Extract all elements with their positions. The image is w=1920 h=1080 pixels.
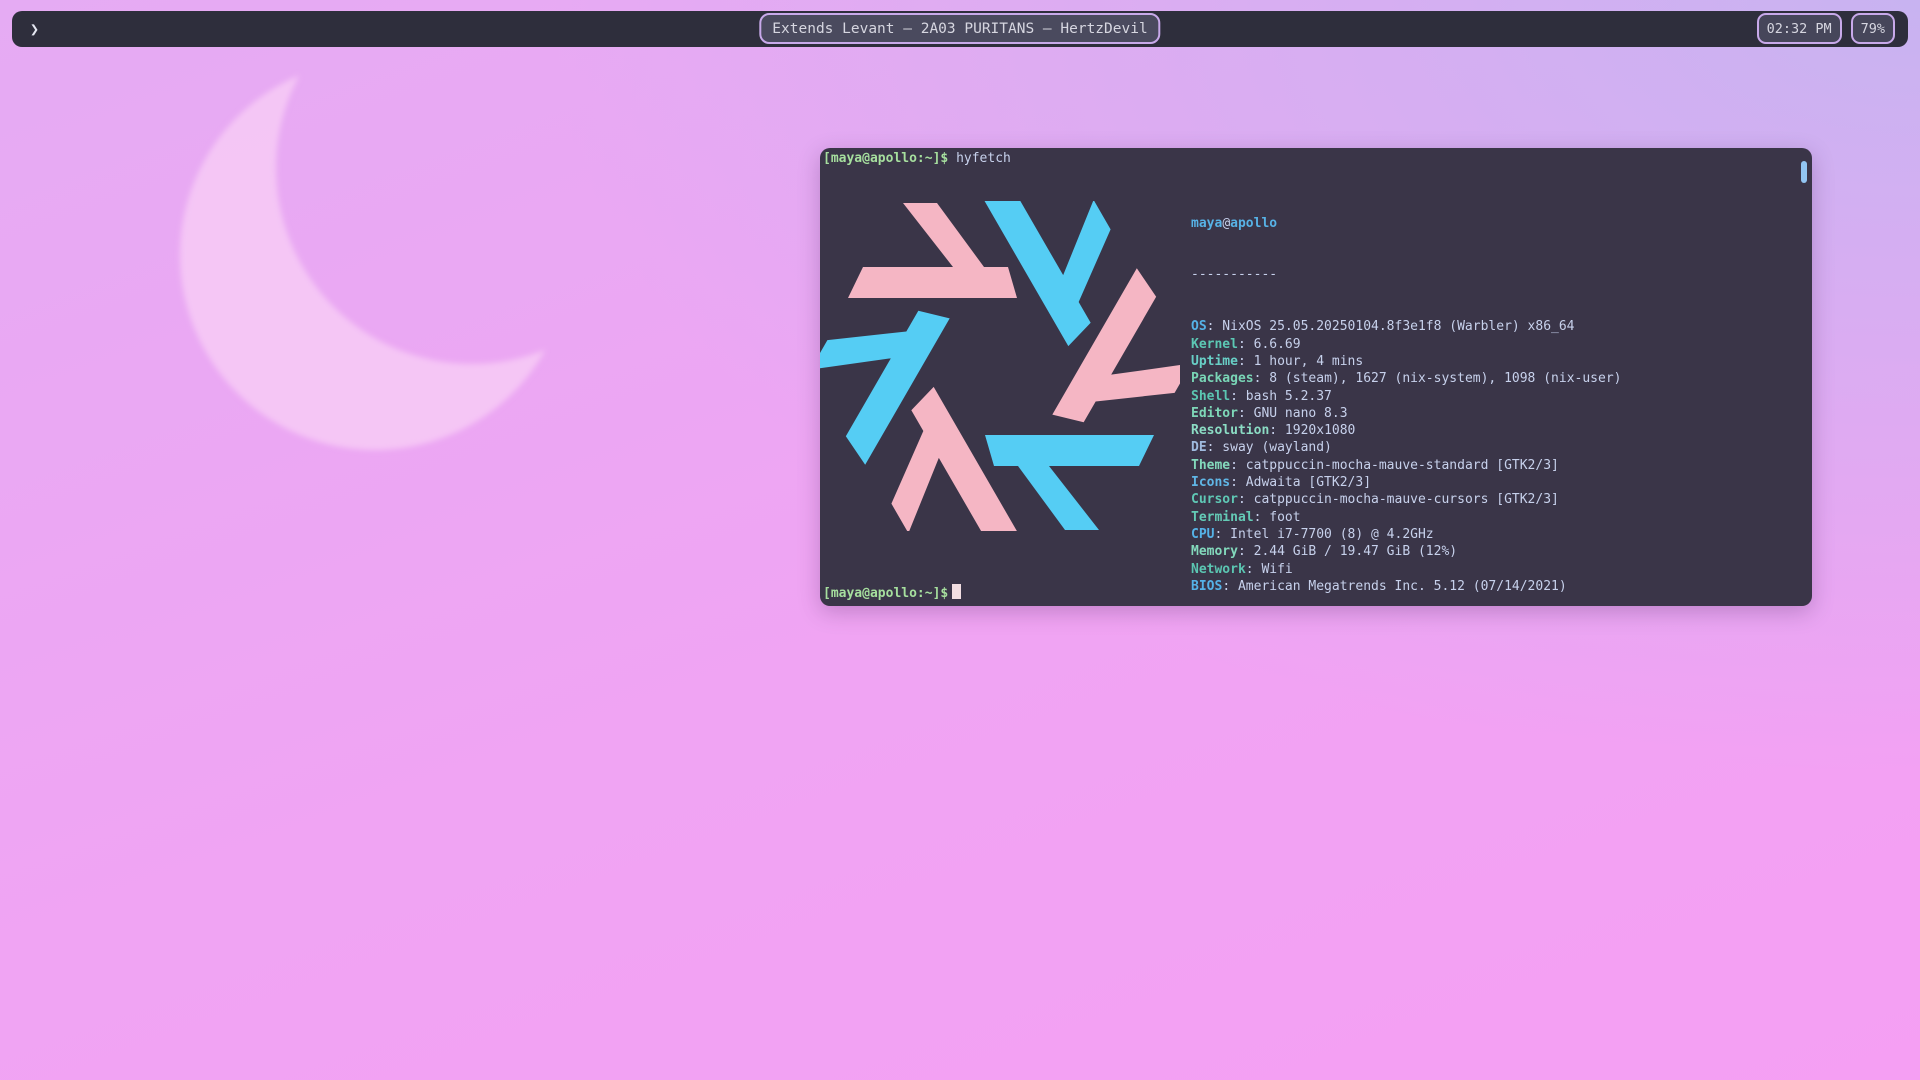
fetch-info-label: Uptime [1191,354,1238,369]
fetch-info-value: : bash 5.2.37 [1230,389,1332,404]
chevron-right-icon[interactable]: ❯ [30,11,39,47]
fetch-info-row: Cursor: catppuccin-mocha-mauve-cursors [… [1191,491,1621,508]
terminal-prompt-line[interactable]: [maya@apollo:~]$ [823,584,961,602]
fetch-info-value: : 6.6.69 [1238,337,1301,352]
fetch-title: maya@apollo [1191,215,1621,232]
status-bar: ❯ Extends Levant – 2A03 PURITANS – Hertz… [12,11,1908,47]
fetch-info-value: : foot [1254,510,1301,525]
terminal-window[interactable]: [maya@apollo:~]$ hyfetch maya@apollo ---… [820,148,1812,606]
fetch-info-label: Packages [1191,371,1254,386]
fetch-info-label: Theme [1191,458,1230,473]
scrollbar-thumb[interactable] [1801,161,1807,183]
fetch-info-row: DE: sway (wayland) [1191,439,1621,456]
fetch-info-column: maya@apollo ----------- OS: NixOS 25.05.… [1191,180,1621,606]
fetch-info-label: CPU [1191,527,1214,542]
fetch-info-label: Shell [1191,389,1230,404]
battery-module[interactable]: 79% [1851,13,1895,44]
fetch-info-row: BIOS: American Megatrends Inc. 5.12 (07/… [1191,578,1621,595]
fetch-info-value: : catppuccin-mocha-mauve-cursors [GTK2/3… [1238,492,1559,507]
nixos-logo [820,201,1180,531]
moon-crescent [150,40,600,470]
fetch-info-row: Editor: GNU nano 8.3 [1191,405,1621,422]
fetch-info-value: : NixOS 25.05.20250104.8f3e1f8 (Warbler)… [1207,319,1575,334]
fetch-info-value: : 2.44 GiB / 19.47 GiB (12%) [1238,544,1457,559]
fetch-info-value: : Wifi [1246,562,1293,577]
fetch-info-label: Terminal [1191,510,1254,525]
fetch-info-row: Terminal: foot [1191,509,1621,526]
fetch-info-label: BIOS [1191,579,1222,594]
fetch-info-value: : Adwaita [GTK2/3] [1230,475,1371,490]
typed-command: hyfetch [956,151,1011,166]
fetch-info-value: : 1920x1080 [1269,423,1355,438]
fetch-info-row: Icons: Adwaita [GTK2/3] [1191,474,1621,491]
fetch-info-label: Network [1191,562,1246,577]
fetch-info-value: : sway (wayland) [1207,440,1332,455]
fetch-info-value: : American Megatrends Inc. 5.12 (07/14/2… [1222,579,1566,594]
nixos-logo-arm [985,435,1154,530]
fetch-info-row: Memory: 2.44 GiB / 19.47 GiB (12%) [1191,543,1621,560]
fetch-info-row: OS: NixOS 25.05.20250104.8f3e1f8 (Warble… [1191,318,1621,335]
shell-prompt: [maya@apollo:~]$ [823,151,948,166]
terminal-command-line: [maya@apollo:~]$ hyfetch [823,150,1011,167]
shell-prompt: [maya@apollo:~]$ [823,586,948,601]
fetch-info-label: Cursor [1191,492,1238,507]
fetch-info-row: Uptime: 1 hour, 4 mins [1191,353,1621,370]
fetch-info-label: Icons [1191,475,1230,490]
nixos-logo-arm [848,203,1017,298]
text-cursor [952,584,961,599]
fetch-info-row: CPU: Intel i7-7700 (8) @ 4.2GHz [1191,526,1621,543]
fetch-info-label: Kernel [1191,337,1238,352]
fetch-info-row: Resolution: 1920x1080 [1191,422,1621,439]
fetch-info-row: Theme: catppuccin-mocha-mauve-standard [… [1191,457,1621,474]
fetch-info-label: DE [1191,440,1207,455]
fetch-info-value: : 1 hour, 4 mins [1238,354,1363,369]
fetch-info-label: OS [1191,319,1207,334]
fetch-info-label: Editor [1191,406,1238,421]
fetch-info-row: Kernel: 6.6.69 [1191,336,1621,353]
fetch-info-row: Shell: bash 5.2.37 [1191,388,1621,405]
fetch-info-value: : Intel i7-7700 (8) @ 4.2GHz [1214,527,1433,542]
fetch-info-value: : catppuccin-mocha-mauve-standard [GTK2/… [1230,458,1559,473]
fetch-title-underline: ----------- [1191,266,1621,283]
fetch-info-rows: OS: NixOS 25.05.20250104.8f3e1f8 (Warble… [1191,318,1621,595]
clock-module[interactable]: 02:32 PM [1757,13,1842,44]
media-title-module[interactable]: Extends Levant – 2A03 PURITANS – HertzDe… [759,13,1160,44]
fetch-info-row: Network: Wifi [1191,561,1621,578]
desktop: { "statusbar": { "chevron": "❯", "window… [0,0,1920,1080]
fetch-info-value: : 8 (steam), 1627 (nix-system), 1098 (ni… [1254,371,1622,386]
fetch-info-row: Packages: 8 (steam), 1627 (nix-system), … [1191,370,1621,387]
fetch-info-label: Memory [1191,544,1238,559]
fetch-info-label: Resolution [1191,423,1269,438]
fetch-info-value: : GNU nano 8.3 [1238,406,1348,421]
